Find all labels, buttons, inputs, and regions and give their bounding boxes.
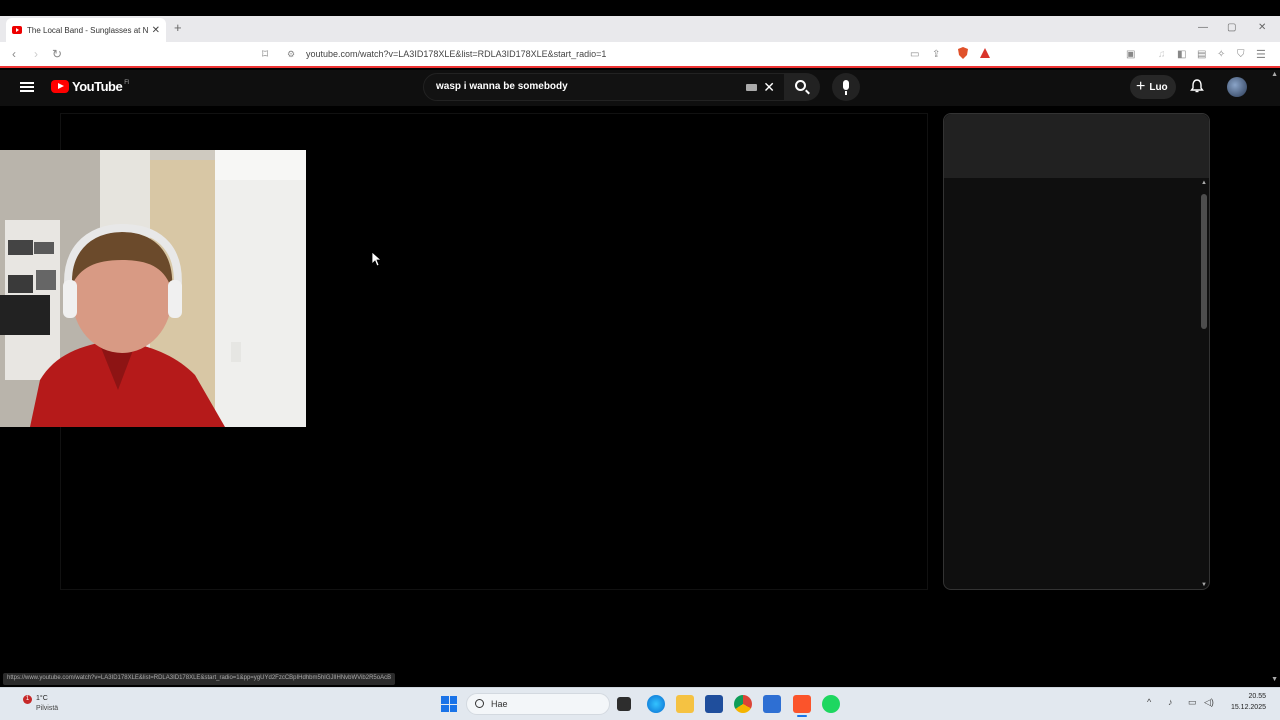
task-view-icon[interactable]	[617, 697, 631, 711]
maximize-icon[interactable]: ▢	[1227, 22, 1236, 33]
browser-tab-active[interactable]: The Local Band - Sunglasses at N ✕	[6, 18, 166, 42]
menu-icon[interactable]: ☰	[1256, 48, 1266, 61]
bookmark-icon[interactable]: ⌑	[262, 47, 268, 61]
create-label: Luo	[1149, 81, 1168, 93]
cast-icon[interactable]: ▭	[910, 49, 919, 60]
playlist-panel: ▲ ▼	[943, 113, 1210, 590]
share-icon[interactable]: ⇪	[932, 49, 940, 60]
screen: The Local Band - Sunglasses at N ✕ + — ▢…	[0, 0, 1280, 720]
app-icon[interactable]	[822, 695, 840, 713]
youtube-play-logo-icon	[51, 80, 69, 93]
tray-volume-icon[interactable]: ◁)	[1204, 697, 1214, 708]
brave-shield-icon[interactable]	[957, 47, 969, 59]
site-settings-icon[interactable]: ⚙	[287, 49, 295, 60]
tab-close-icon[interactable]: ✕	[152, 25, 160, 36]
guide-menu-icon[interactable]	[20, 82, 34, 92]
taskbar-search-icon	[475, 699, 484, 708]
scroll-up-icon[interactable]: ▲	[1201, 180, 1207, 186]
tray-network-icon[interactable]: ▭	[1188, 697, 1197, 708]
youtube-logo-text: YouTube	[72, 79, 123, 94]
link-status-bar: https://www.youtube.com/watch?v=LA3ID178…	[3, 673, 396, 685]
create-button[interactable]: + Luo	[1130, 75, 1176, 99]
media-icon[interactable]: ♫	[1158, 49, 1166, 60]
search-box[interactable]: ✕	[423, 73, 788, 101]
window-close-icon[interactable]: ✕	[1258, 22, 1266, 33]
webcam-image	[0, 150, 306, 427]
windows-taskbar: 1 1°C Pilvistä Hae ^ ♪ ▭ ◁) 20.55 15.12.…	[0, 687, 1280, 720]
webcam-overlay	[0, 150, 306, 427]
search-input[interactable]	[436, 81, 736, 92]
browser-tabstrip: The Local Band - Sunglasses at N ✕ + — ▢…	[0, 16, 1280, 42]
chrome-icon[interactable]	[734, 695, 752, 713]
search-button[interactable]	[784, 73, 820, 101]
mouse-cursor-icon	[372, 252, 382, 267]
leo-icon[interactable]: ✧	[1217, 49, 1225, 60]
new-tab-button[interactable]: +	[174, 20, 182, 35]
address-bar[interactable]: youtube.com/watch?v=LA3ID178XLE&list=RDL…	[306, 49, 606, 59]
sidebar-tabs-icon[interactable]: ▣	[1126, 49, 1135, 60]
browser-toolbar: ‹ › ↻ ⌑ ⚙ youtube.com/watch?v=LA3ID178XL…	[0, 42, 1280, 68]
taskbar-clock[interactable]: 20.55 15.12.2025	[1226, 691, 1266, 713]
forward-icon[interactable]: ›	[34, 47, 38, 61]
clear-search-icon[interactable]: ✕	[763, 79, 775, 96]
brave-browser-icon[interactable]	[793, 695, 811, 717]
microphone-stand	[845, 91, 847, 95]
scroll-thumb[interactable]	[1201, 194, 1207, 329]
store-icon[interactable]	[705, 695, 723, 713]
weather-description: Pilvistä	[36, 705, 59, 712]
youtube-favicon-icon	[12, 26, 22, 34]
tray-microphone-icon[interactable]: ♪	[1168, 697, 1173, 707]
weather-alert-badge: 1	[23, 695, 32, 704]
tab-title: The Local Band - Sunglasses at N	[27, 25, 148, 35]
voice-search-button[interactable]	[832, 73, 860, 101]
playlist-header	[944, 114, 1209, 178]
page-scroll-up-icon[interactable]: ▲	[1271, 71, 1278, 78]
sidebar-icon[interactable]: ◧	[1177, 49, 1186, 60]
youtube-logo[interactable]: YouTube FI	[51, 79, 129, 94]
back-icon[interactable]: ‹	[12, 47, 16, 61]
edge-icon[interactable]	[647, 695, 665, 713]
minimize-icon[interactable]: —	[1198, 22, 1208, 33]
wallet-icon[interactable]: ▤	[1197, 49, 1206, 60]
notifications-bell-icon[interactable]	[1190, 79, 1204, 93]
tray-overflow-icon[interactable]: ^	[1147, 697, 1151, 707]
file-explorer-icon[interactable]	[676, 695, 694, 713]
reload-icon[interactable]: ↻	[52, 47, 62, 61]
weather-widget[interactable]: 1 1°C Pilvistä	[18, 692, 78, 716]
clock-date: 15.12.2025	[1230, 704, 1266, 711]
scroll-down-icon[interactable]: ▼	[1201, 582, 1207, 588]
clock-time: 20.55	[1248, 693, 1266, 700]
account-avatar[interactable]	[1227, 77, 1247, 97]
weather-temperature: 1°C	[36, 695, 48, 702]
region-code: FI	[124, 79, 129, 86]
keyboard-icon[interactable]	[746, 84, 757, 91]
playlist-scrollbar[interactable]: ▲ ▼	[1201, 180, 1207, 589]
start-button-icon[interactable]	[441, 696, 457, 712]
microphone-icon	[843, 80, 849, 90]
outlook-icon[interactable]	[763, 695, 781, 713]
vpn-icon[interactable]: ⛉	[1237, 49, 1245, 60]
page-scroll-down-icon[interactable]: ▼	[1271, 676, 1278, 683]
plus-icon: +	[1136, 78, 1146, 95]
brave-rewards-icon[interactable]	[979, 47, 991, 59]
taskbar-search-label: Hae	[491, 699, 508, 709]
search-icon	[795, 80, 806, 91]
youtube-header: YouTube FI ✕ + Luo	[0, 70, 1280, 106]
taskbar-search[interactable]: Hae	[466, 693, 610, 715]
